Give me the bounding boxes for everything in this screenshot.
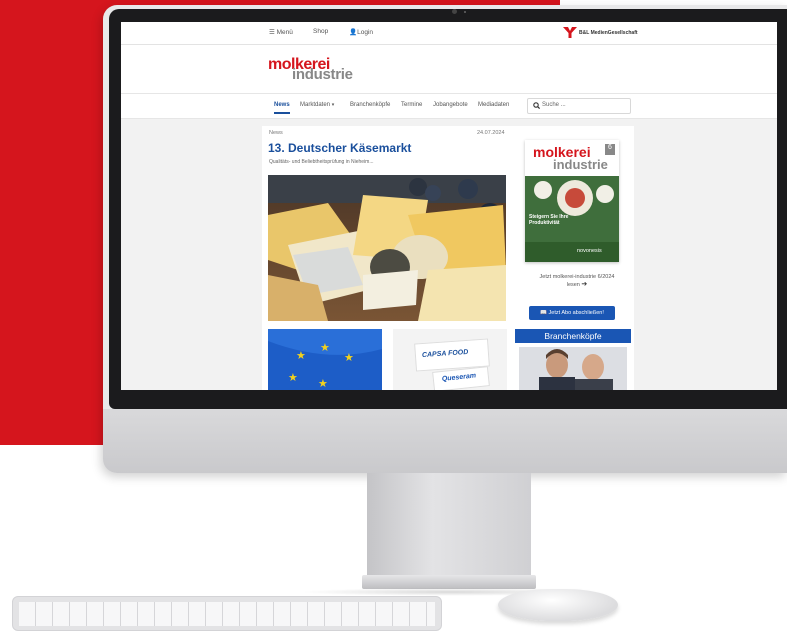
user-icon: 👤 [349,29,358,36]
camera-sensor [464,11,466,13]
article-hero-image[interactable] [268,175,506,321]
article-title[interactable]: 13. Deutscher Käsemarkt [268,141,411,155]
site-header: molkerei industrie [121,45,777,93]
cheese-platter-image [268,175,506,321]
magazine-issue: 6 [605,144,615,155]
eu-flag-image: ★ ★ ★ ★ ★ [268,329,382,390]
svg-text:★: ★ [344,351,354,364]
read-issue-label: Jetzt molkerei-industrie 6/2024 lesen [539,274,615,288]
menu-label: Menü [276,29,293,36]
publisher-name[interactable]: B&L MedienGesellschaft [579,30,638,36]
article-teaser: Qualitäts- und Beliebtheitsprüfung in Ni… [269,159,374,165]
camera-icon [452,9,457,14]
branchenkoepfe-image[interactable] [519,347,627,390]
magazine-cover[interactable]: molkerei industrie 6 Steigern Sie Ihre P… [525,140,619,262]
svg-text:★: ★ [318,377,328,390]
menu-button[interactable]: ☰ Menü [269,28,293,36]
login-label: Login [357,29,373,36]
svg-text:★: ★ [288,371,298,384]
queseram-brand: Queseram [441,372,477,383]
capsa-food-brand: CAPSA FOOD [421,348,469,360]
search-icon [533,102,540,109]
mouse [498,589,618,621]
capsa-food-thumbnail[interactable]: CAPSA FOOD Queseram [393,329,507,390]
chevron-down-icon: ▾ [331,102,335,108]
shop-link[interactable]: Shop [313,28,328,35]
hamburger-icon: ☰ [269,29,277,36]
svg-text:★: ★ [296,349,306,362]
read-issue-link[interactable]: Jetzt molkerei-industrie 6/2024 lesen ➔ [537,274,617,289]
login-link[interactable]: 👤Login [349,28,373,36]
article-category[interactable]: News [269,130,283,136]
nav-item-jobangebote[interactable]: Jobangebote [433,102,468,108]
magazine-title-line2: industrie [553,157,608,172]
nav-item-termine[interactable]: Termine [401,102,422,108]
magazine-sponsor: novonesis [577,248,602,254]
keyboard-keys [19,602,435,626]
monitor-stand [367,473,531,577]
search-placeholder: Suche ... [542,102,566,108]
publisher-logo-icon [563,27,577,38]
browser-screen: ☰ Menü Shop 👤Login B&L MedienGesellschaf… [121,22,777,390]
monitor-stand-foot [362,575,536,589]
nav-item-marktdaten[interactable]: Marktdaten ▾ [300,102,334,108]
svg-text:★: ★ [320,341,330,354]
nav-item-marktdaten-label: Marktdaten [300,102,331,108]
two-men-portrait [519,347,627,390]
main-navigation: News Marktdaten ▾ Branchenköpfe Termine … [121,93,777,119]
subscribe-button[interactable]: 📖 Jetzt Abo abschließen! [529,306,615,320]
nav-item-mediadaten[interactable]: Mediadaten [478,102,509,108]
book-icon: 📖 [540,310,549,316]
site-logo-line2[interactable]: industrie [292,67,353,83]
subscribe-label: Jetzt Abo abschließen! [548,310,604,316]
branchenkoepfe-heading[interactable]: Branchenköpfe [515,329,631,343]
keyboard [12,596,442,631]
top-bar: ☰ Menü Shop 👤Login B&L MedienGesellschaf… [121,22,777,45]
magazine-headline: Steigern Sie Ihre Produktivität [529,214,569,226]
nav-item-branchenkoepfe[interactable]: Branchenköpfe [350,102,390,108]
arrow-right-icon: ➔ [581,281,588,288]
eu-flag-thumbnail[interactable]: ★ ★ ★ ★ ★ [268,329,382,390]
search-input[interactable]: Suche ... [527,98,631,114]
monitor-chin [103,409,787,473]
article-date: 24.07.2024 [477,130,505,136]
nav-item-news[interactable]: News [274,102,290,114]
magazine-cover-art: Steigern Sie Ihre Produktivität novonesi… [525,176,619,262]
